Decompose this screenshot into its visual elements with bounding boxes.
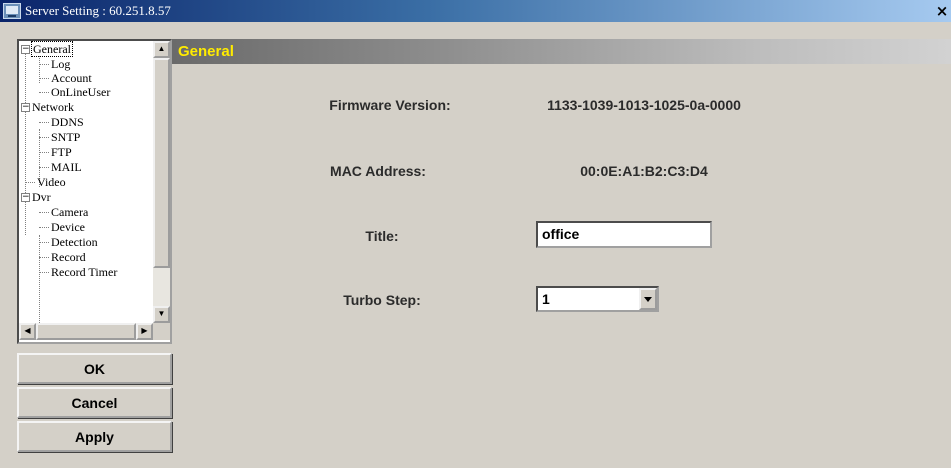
tree-item-label: Network xyxy=(32,100,74,114)
tree-item-label: Account xyxy=(51,71,92,85)
tree-branch xyxy=(25,181,35,183)
tree-list: − General Log Account OnLineUser − Netwo… xyxy=(19,41,153,323)
title-label: Title: xyxy=(365,228,399,244)
tree-item-label: MAIL xyxy=(51,160,82,174)
general-settings-panel: General Firmware Version: 1133-1039-1013… xyxy=(172,39,951,468)
ok-button[interactable]: OK xyxy=(17,353,172,384)
firmware-version-label: Firmware Version: xyxy=(329,97,451,113)
tree-item-sntp[interactable]: SNTP xyxy=(39,130,80,144)
tree-item-camera[interactable]: Camera xyxy=(39,205,88,219)
tree-item-account[interactable]: Account xyxy=(39,71,92,85)
tree-item-detection[interactable]: Detection xyxy=(39,235,98,249)
scroll-thumb[interactable] xyxy=(153,58,170,268)
collapse-icon[interactable]: − xyxy=(21,44,30,54)
turbo-step-value: 1 xyxy=(542,291,550,307)
scroll-down-icon[interactable]: ▼ xyxy=(153,306,170,323)
tree-item-label: General xyxy=(31,41,73,57)
tree-item-label: DDNS xyxy=(51,115,84,129)
close-icon[interactable]: × xyxy=(935,3,949,19)
tree-vertical-scrollbar[interactable]: ▲ ▼ xyxy=(153,41,170,323)
tree-branch xyxy=(39,136,49,138)
firmware-version-value: 1133-1039-1013-1025-0a-0000 xyxy=(547,97,741,113)
tree-item-label: Video xyxy=(37,175,66,189)
tree-item-label: Detection xyxy=(51,235,98,249)
tree-item-label: Record xyxy=(51,250,86,264)
tree-item-mail[interactable]: MAIL xyxy=(39,160,82,174)
turbo-step-label: Turbo Step: xyxy=(343,292,421,308)
cancel-button[interactable]: Cancel xyxy=(17,387,172,418)
tree-item-general[interactable]: − General xyxy=(21,41,73,57)
tree-item-label: Dvr xyxy=(32,190,51,204)
mac-address-value: 00:0E:A1:B2:C3:D4 xyxy=(580,163,708,179)
tree-item-video[interactable]: Video xyxy=(25,175,66,189)
tree-item-label: OnLineUser xyxy=(51,85,111,99)
tree-item-record[interactable]: Record xyxy=(39,250,86,264)
section-header: General xyxy=(172,39,951,64)
scroll-up-icon[interactable]: ▲ xyxy=(153,41,170,58)
mac-address-label: MAC Address: xyxy=(330,163,426,179)
title-input[interactable]: office xyxy=(536,221,712,248)
scroll-thumb[interactable] xyxy=(36,323,136,340)
tree-item-label: Camera xyxy=(51,205,89,219)
tree-branch xyxy=(39,271,49,273)
tree-branch xyxy=(39,151,49,153)
tree-item-label: Device xyxy=(51,220,85,234)
collapse-icon[interactable]: − xyxy=(21,192,30,202)
tree-item-label: Record Timer xyxy=(51,265,118,279)
tree-item-record-timer[interactable]: Record Timer xyxy=(39,265,117,279)
tree-branch xyxy=(39,211,49,213)
apply-button[interactable]: Apply xyxy=(17,421,172,452)
tree-branch xyxy=(39,226,49,228)
scroll-right-icon[interactable]: ▶ xyxy=(136,323,153,340)
tree-branch xyxy=(39,77,49,79)
collapse-icon[interactable]: − xyxy=(21,102,30,112)
tree-branch xyxy=(39,63,49,65)
settings-tree: − General Log Account OnLineUser − Netwo… xyxy=(17,39,172,344)
section-title: General xyxy=(178,43,234,60)
tree-branch xyxy=(39,241,49,243)
turbo-step-select[interactable]: 1 xyxy=(536,286,659,312)
tree-item-ftp[interactable]: FTP xyxy=(39,145,72,159)
tree-item-ddns[interactable]: DDNS xyxy=(39,115,84,129)
app-monitor-icon xyxy=(3,3,21,19)
tree-branch xyxy=(39,166,49,168)
window-title: Server Setting : 60.251.8.57 xyxy=(25,3,171,18)
chevron-down-icon[interactable] xyxy=(639,288,657,310)
tree-item-device[interactable]: Device xyxy=(39,220,85,234)
tree-item-label: FTP xyxy=(51,145,72,159)
tree-horizontal-scrollbar[interactable]: ◀ ▶ xyxy=(19,323,153,340)
tree-item-log[interactable]: Log xyxy=(39,57,70,71)
tree-item-onlineuser[interactable]: OnLineUser xyxy=(39,85,110,99)
tree-branch xyxy=(39,91,49,93)
scrollbar-corner xyxy=(153,323,170,340)
window-titlebar: Server Setting : 60.251.8.57 × xyxy=(0,0,951,22)
tree-guide-line xyxy=(25,53,26,235)
tree-branch xyxy=(39,121,49,123)
tree-item-label: SNTP xyxy=(51,130,81,144)
scroll-left-icon[interactable]: ◀ xyxy=(19,323,36,340)
tree-item-dvr[interactable]: − Dvr xyxy=(21,190,51,204)
tree-item-network[interactable]: − Network xyxy=(21,100,74,114)
tree-item-label: Log xyxy=(51,57,71,71)
tree-branch xyxy=(39,256,49,258)
